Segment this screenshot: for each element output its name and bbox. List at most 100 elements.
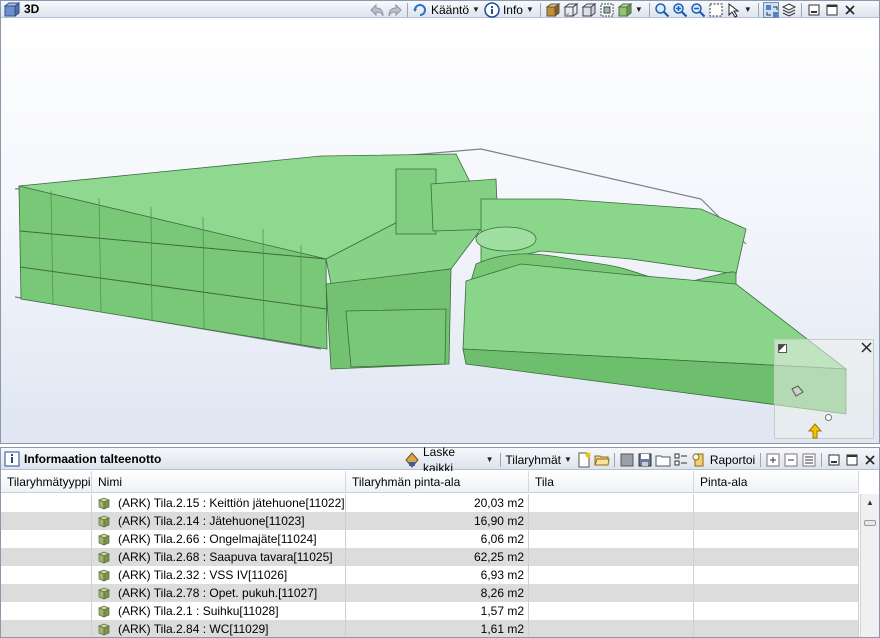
toolbar-separator: [760, 452, 762, 467]
column-header-name[interactable]: Nimi: [92, 471, 346, 493]
cell-space: [529, 494, 694, 512]
toolbar-separator: [499, 452, 501, 467]
row-name: (ARK) Tila.2.32 : VSS IV[11026]: [118, 568, 288, 582]
expand-all-icon[interactable]: [765, 452, 781, 468]
overlay-corner-icon[interactable]: [778, 342, 787, 353]
table-row[interactable]: (ARK) Tila.2.68 : Saapuva tavara[11025] …: [1, 548, 859, 566]
folder-icon[interactable]: [655, 452, 671, 468]
table-row[interactable]: (ARK) Tila.2.1 : Suihku[11028] 1,57 m2: [1, 602, 859, 620]
cell-name: (ARK) Tila.2.32 : VSS IV[11026]: [92, 566, 346, 584]
3d-window-title: 3D: [24, 2, 40, 16]
cell-name: (ARK) Tila.2.68 : Saapuva tavara[11025]: [92, 548, 346, 566]
cell-type: [1, 620, 92, 637]
maximize-panel-icon[interactable]: [844, 452, 860, 468]
toolbar-separator: [800, 2, 802, 17]
scrollbar-thumb[interactable]: [864, 520, 876, 526]
sync-view-icon[interactable]: [762, 1, 779, 18]
row-name: (ARK) Tila.2.14 : Jätehuone[11023]: [118, 514, 305, 528]
info-dropdown-caret[interactable]: ▼: [526, 5, 534, 14]
row-name: (ARK) Tila.2.68 : Saapuva tavara[11025]: [118, 550, 333, 564]
cell-type: [1, 584, 92, 602]
cell-type: [1, 566, 92, 584]
cell-name: (ARK) Tila.2.1 : Suihku[11028]: [92, 602, 346, 620]
column-header-type[interactable]: Tilaryhmätyyppi: [1, 471, 92, 493]
solid-view-icon[interactable]: [545, 2, 561, 18]
space-groups-dropdown-caret[interactable]: ▼: [564, 455, 572, 464]
column-header-area[interactable]: Pinta-ala: [694, 471, 859, 493]
collapse-all-icon[interactable]: [783, 452, 799, 468]
close-panel-icon[interactable]: [862, 452, 878, 468]
scroll-up-arrow-icon[interactable]: ▲: [866, 498, 874, 507]
select-dropdown-caret[interactable]: ▼: [744, 5, 752, 14]
hidden-line-view-icon[interactable]: [581, 2, 597, 18]
cell-space: [529, 512, 694, 530]
undo-view-icon[interactable]: [369, 2, 385, 18]
space-cube-icon: [98, 623, 110, 636]
panel-title: Informaation talteenotto: [24, 452, 162, 466]
building-3d-model: [14, 148, 848, 415]
info-button[interactable]: Info: [503, 2, 523, 18]
table-row[interactable]: (ARK) Tila.2.66 : Ongelmajäte[11024] 6,0…: [1, 530, 859, 548]
new-file-icon[interactable]: [576, 452, 592, 468]
space-cube-icon: [98, 515, 110, 528]
table-row[interactable]: (ARK) Tila.2.14 : Jätehuone[11023] 16,90…: [1, 512, 859, 530]
redo-view-icon[interactable]: [387, 2, 403, 18]
orbit-arrow-icon[interactable]: [807, 423, 823, 439]
minimize-panel-icon[interactable]: [826, 452, 842, 468]
cell-type: [1, 548, 92, 566]
information-panel: Informaation talteenotto Laske kaikki ▼ …: [0, 445, 880, 638]
table-row[interactable]: (ARK) Tila.2.15 : Keittiön jätehuone[110…: [1, 494, 859, 512]
table-vertical-scrollbar[interactable]: ▲: [860, 494, 879, 637]
checklist-icon[interactable]: [673, 452, 689, 468]
minimize-window-icon[interactable]: [806, 2, 822, 18]
info-icon[interactable]: [484, 1, 500, 18]
column-header-space[interactable]: Tila: [529, 471, 694, 493]
zoom-icon[interactable]: [654, 2, 670, 18]
space-view-icon[interactable]: [617, 2, 633, 18]
transparent-view-icon[interactable]: [599, 2, 615, 18]
table-row[interactable]: (ARK) Tila.2.78 : Opet. pukuh.[11027] 8,…: [1, 584, 859, 602]
space-cube-icon: [98, 533, 110, 546]
space-cube-icon: [98, 605, 110, 618]
report-icon[interactable]: [691, 452, 707, 468]
list-view-icon[interactable]: [801, 452, 817, 468]
cell-group-area: 8,26 m2: [346, 584, 529, 602]
stop-icon[interactable]: [619, 452, 635, 468]
zoom-out-icon[interactable]: [690, 2, 706, 18]
row-name: (ARK) Tila.2.66 : Ongelmajäte[11024]: [118, 532, 317, 546]
open-folder-icon[interactable]: [594, 452, 610, 468]
wireframe-view-icon[interactable]: [563, 2, 579, 18]
rotate-button[interactable]: Kääntö: [431, 2, 469, 18]
cell-group-area: 16,90 m2: [346, 512, 529, 530]
maximize-window-icon[interactable]: [824, 2, 840, 18]
navigation-dot-icon[interactable]: [825, 414, 832, 421]
layers-icon[interactable]: [781, 2, 797, 18]
view-mode-dropdown-caret[interactable]: ▼: [635, 5, 643, 14]
cell-area: [694, 494, 859, 512]
panel-toolbar: Laske kaikki ▼ Tilaryhmät ▼ Raportoi: [403, 445, 879, 475]
overlay-close-icon[interactable]: [861, 342, 872, 353]
calculate-icon[interactable]: [404, 451, 420, 468]
report-button[interactable]: Raportoi: [710, 452, 755, 468]
row-name: (ARK) Tila.2.78 : Opet. pukuh.[11027]: [118, 586, 318, 600]
select-tool-icon[interactable]: [726, 2, 742, 18]
navigation-overlay[interactable]: [774, 339, 874, 439]
3d-window-titlebar: 3D Kääntö ▼ Info ▼ ▼ ▼: [1, 1, 879, 18]
navigation-cube-icon[interactable]: [789, 383, 805, 399]
close-window-icon[interactable]: [842, 2, 858, 18]
table-row[interactable]: (ARK) Tila.2.32 : VSS IV[11026] 6,93 m2: [1, 566, 859, 584]
entrance-block: [345, 308, 447, 368]
calculate-dropdown-caret[interactable]: ▼: [486, 455, 494, 464]
zoom-in-icon[interactable]: [672, 2, 688, 18]
space-groups-button[interactable]: Tilaryhmät: [505, 452, 561, 468]
rotate-dropdown-caret[interactable]: ▼: [472, 5, 480, 14]
cell-type: [1, 602, 92, 620]
column-header-group-area[interactable]: Tilaryhmän pinta-ala: [346, 471, 529, 493]
table-row[interactable]: (ARK) Tila.2.84 : WC[11029] 1,61 m2: [1, 620, 859, 637]
save-icon[interactable]: [637, 452, 653, 468]
3d-viewport[interactable]: [1, 19, 879, 443]
zoom-extents-icon[interactable]: [708, 2, 724, 18]
cell-group-area: 1,57 m2: [346, 602, 529, 620]
3d-toolbar: Kääntö ▼ Info ▼ ▼ ▼: [368, 1, 859, 18]
rotate-icon[interactable]: [412, 2, 428, 18]
